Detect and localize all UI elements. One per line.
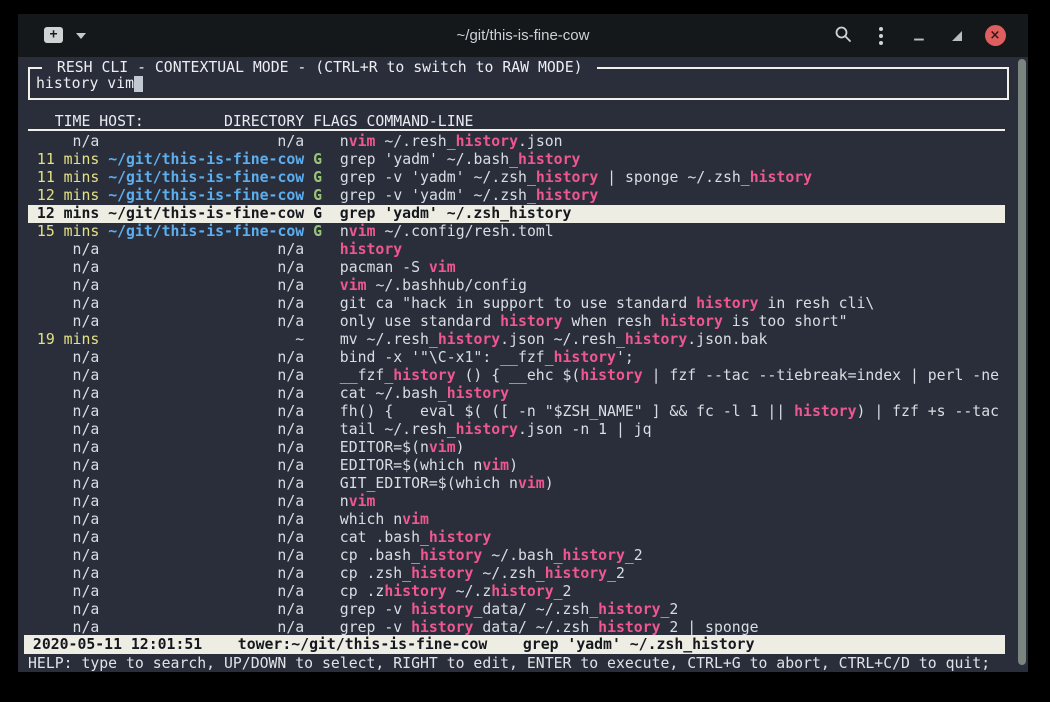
history-row[interactable]: n/a n/a __fzf_history () { __ehc $(histo… — [28, 367, 1013, 385]
history-row[interactable]: n/a n/a nvim ~/.resh_history.json — [28, 133, 1013, 151]
history-row[interactable]: n/a n/a history — [28, 241, 1013, 259]
terminal-window: + ~/git/this-is-fine-cow – — [18, 14, 1028, 672]
text-cursor — [134, 76, 143, 92]
history-row[interactable]: 12 mins ~/git/this-is-fine-cow G grep -v… — [28, 187, 1013, 205]
history-row[interactable]: n/a n/a which nvim — [28, 511, 1013, 529]
history-row[interactable]: n/a n/a cat .bash_history — [28, 529, 1013, 547]
history-row[interactable]: n/a n/a EDITOR=$(nvim) — [28, 439, 1013, 457]
help-line: HELP: type to search, UP/DOWN to select,… — [28, 655, 990, 672]
close-button[interactable]: × — [976, 14, 1014, 57]
status-bar: 2020-05-11 12:01:51 tower:~/git/this-is-… — [24, 635, 1005, 654]
history-row[interactable]: 19 mins ~ mv ~/.resh_history.json ~/.res… — [28, 331, 1013, 349]
history-row[interactable]: n/a n/a cp .bash_history ~/.bash_history… — [28, 547, 1013, 565]
history-row[interactable]: n/a n/a cat ~/.bash_history — [28, 385, 1013, 403]
kebab-menu-icon — [879, 27, 883, 45]
menu-button[interactable] — [862, 14, 900, 57]
history-row[interactable]: n/a n/a fh() { eval $( ([ -n "$ZSH_NAME"… — [28, 403, 1013, 421]
history-row[interactable]: 15 mins ~/git/this-is-fine-cow G nvim ~/… — [28, 223, 1013, 241]
terminal-content: RESH CLI - CONTEXTUAL MODE - (CTRL+R to … — [18, 57, 1028, 672]
close-icon: × — [985, 25, 1006, 46]
restore-icon — [952, 31, 962, 41]
search-button[interactable] — [824, 14, 862, 57]
history-row[interactable]: n/a n/a GIT_EDITOR=$(which nvim) — [28, 475, 1013, 493]
scrollbar[interactable] — [1018, 59, 1026, 665]
minimize-icon: – — [914, 29, 924, 48]
titlebar: + ~/git/this-is-fine-cow – — [18, 14, 1028, 57]
history-row[interactable]: 11 mins ~/git/this-is-fine-cow G grep 'y… — [28, 151, 1013, 169]
minimize-button[interactable]: – — [900, 14, 938, 57]
titlebar-controls: – × — [824, 14, 1014, 57]
history-row[interactable]: n/a n/a git ca "hack in support to use s… — [28, 295, 1013, 313]
history-row[interactable]: n/a n/a bind -x '"\C-x1": __fzf_history'… — [28, 349, 1013, 367]
history-row[interactable]: n/a n/a EDITOR=$(which nvim) — [28, 457, 1013, 475]
search-icon — [834, 25, 852, 47]
history-row[interactable]: n/a n/a tail ~/.resh_history.json -n 1 |… — [28, 421, 1013, 439]
resh-search-box: RESH CLI - CONTEXTUAL MODE - (CTRL+R to … — [28, 67, 1009, 100]
history-row[interactable]: 11 mins ~/git/this-is-fine-cow G grep -v… — [28, 169, 1013, 187]
history-row[interactable]: n/a n/a pacman -S vim — [28, 259, 1013, 277]
search-input[interactable]: history vim — [36, 75, 143, 92]
history-row[interactable]: n/a n/a nvim — [28, 493, 1013, 511]
history-row[interactable]: n/a n/a grep -v history_data/ ~/.zsh_his… — [28, 601, 1013, 619]
history-row[interactable]: n/a n/a vim ~/.bashhub/config — [28, 277, 1013, 295]
resh-mode-label: RESH CLI - CONTEXTUAL MODE - (CTRL+R to … — [42, 59, 597, 76]
search-query-text: history vim — [36, 75, 134, 92]
history-row[interactable]: n/a n/a cp .zsh_history ~/.zsh_history_2 — [28, 565, 1013, 583]
restore-button[interactable] — [938, 14, 976, 57]
history-row-selected[interactable]: 12 mins ~/git/this-is-fine-cow G grep 'y… — [28, 205, 1005, 223]
history-row[interactable]: n/a n/a only use standard history when r… — [28, 313, 1013, 331]
history-table-header: TIME HOST: DIRECTORY FLAGS COMMAND-LINE — [28, 113, 1005, 131]
history-row[interactable]: n/a n/a cp .zhistory ~/.zhistory_2 — [28, 583, 1013, 601]
history-rows: n/a n/a nvim ~/.resh_history.json 11 min… — [28, 133, 1013, 637]
